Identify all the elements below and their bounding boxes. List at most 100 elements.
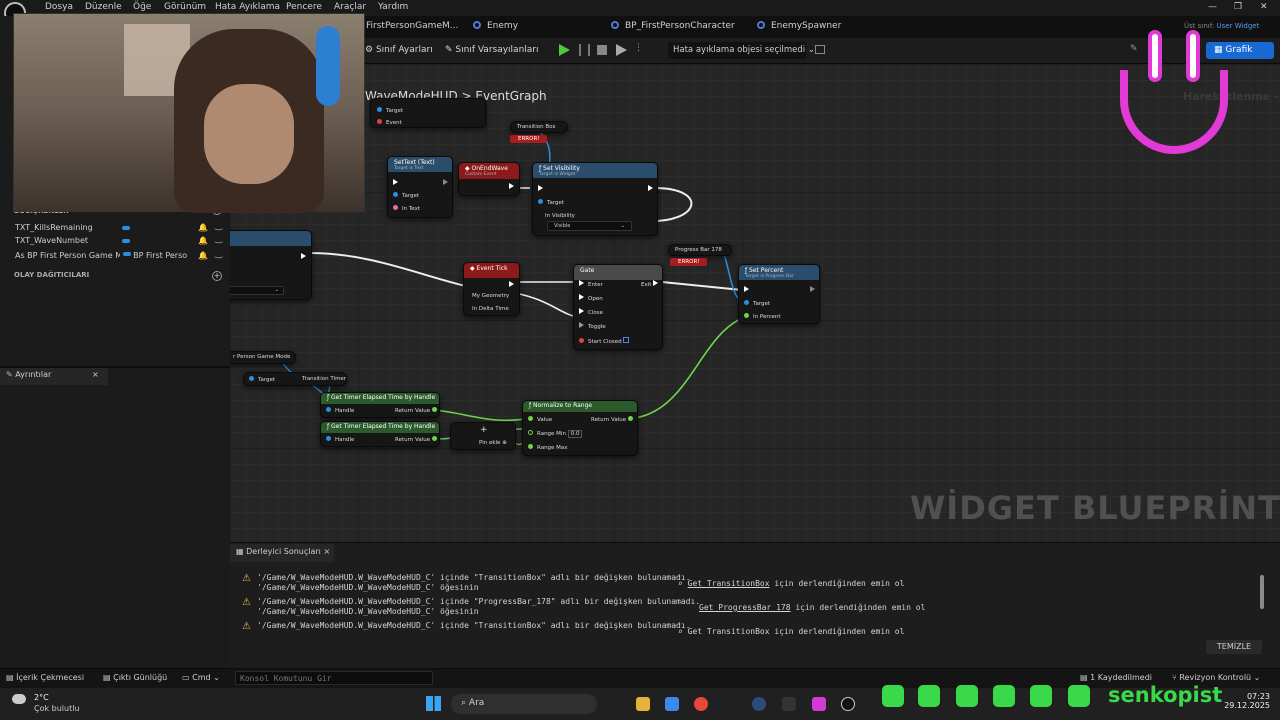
logo-overlay (1118, 30, 1230, 156)
variable-item[interactable]: TXT_KillsRemaining 🔔 ‿ (15, 221, 225, 232)
menu-help[interactable]: Yardım (378, 2, 408, 12)
variable-item[interactable]: As BP First Person Game M BP First Perso… (15, 249, 225, 260)
compiler-tab[interactable]: ▦ Derleyici Sonuçları × (230, 544, 334, 562)
node-on-end-wave[interactable]: ◆ OnEndWave Custom Event (458, 162, 520, 196)
node-set-text[interactable]: SetText (Text) Target is Text Target In T… (387, 156, 453, 218)
tab-enemyspawner[interactable]: EnemySpawner (757, 21, 841, 31)
play-icon[interactable] (559, 44, 570, 56)
visibility-select[interactable]: Visible ⌄ (547, 221, 632, 231)
parent-class-link[interactable]: User Widget (1217, 22, 1260, 30)
cmd-dropdown[interactable]: ▭ Cmd ⌄ (182, 673, 220, 682)
node-set-visibility[interactable]: ƒ Set Visibility Target is Widget Target … (532, 162, 658, 236)
menu-window[interactable]: Pencere (286, 2, 322, 12)
pin-exec-in (393, 179, 402, 187)
node-header: ƒ Get Timer Elapsed Time by Handle (321, 393, 439, 404)
epic-icon[interactable] (782, 697, 796, 711)
content-drawer-button[interactable]: ▤ İçerik Çekmecesi (6, 673, 84, 682)
maximize-icon[interactable]: ❐ (1234, 2, 1242, 12)
details-tab-label: Ayrıntılar (15, 370, 52, 379)
variable-name: As BP First Person Game M (15, 251, 120, 260)
chrome-icon[interactable] (694, 697, 708, 711)
file-explorer-icon[interactable] (636, 697, 650, 711)
dropdown-field[interactable]: ⌄ (230, 286, 284, 295)
node-get-timer-elapsed-1[interactable]: ƒ Get Timer Elapsed Time by Handle Handl… (320, 392, 440, 418)
node-gate[interactable]: Gate Enter Exit Open Close Toggle Start … (573, 264, 663, 350)
pin-target: Target (744, 300, 770, 307)
search-link[interactable]: Get ProgressBar_178 için derlendiğinden … (699, 603, 925, 612)
unreal-icon[interactable] (841, 697, 855, 711)
checkbox[interactable] (623, 337, 630, 343)
node-top-partial[interactable]: Target Event (370, 98, 486, 128)
console-input[interactable] (235, 671, 433, 685)
menu-edit[interactable]: Düzenle (85, 2, 122, 12)
compiler-row[interactable]: ⚠ '/Game/W_WaveModeHUD.W_WaveModeHUD_C' … (240, 621, 1240, 643)
menu-tools[interactable]: Araçlar (334, 2, 366, 12)
stop-icon[interactable] (597, 45, 607, 55)
node-transition-timer[interactable]: Target Transition Timer (243, 372, 347, 386)
node-progress-bar[interactable]: Progress Bar 178 (668, 244, 732, 256)
pin-in-visibility: In Visibility (545, 213, 575, 219)
weather-icon (12, 694, 26, 704)
save-icon: ▤ (1080, 673, 1091, 682)
tab-gamemode[interactable]: FirstPersonGameM... (366, 21, 458, 31)
close-icon[interactable]: ✕ (1260, 2, 1268, 12)
clear-button[interactable]: TEMİZLE (1206, 640, 1262, 654)
steam-icon[interactable] (752, 697, 766, 711)
class-settings-button[interactable]: ⚙ Sınıf Ayarları (365, 45, 433, 55)
store-icon[interactable] (665, 697, 679, 711)
tab-label: Enemy (487, 21, 519, 31)
node-transition-box[interactable]: Transition Box (510, 121, 568, 133)
close-icon[interactable]: × (323, 547, 330, 556)
taskbar-search[interactable]: ⌕ Ara (451, 694, 597, 714)
details-tab[interactable]: ✎ Ayrıntılar × (0, 368, 108, 385)
menu-asset[interactable]: Öğe (133, 2, 151, 12)
browse-icon[interactable] (815, 45, 825, 54)
node-get-timer-elapsed-2[interactable]: ƒ Get Timer Elapsed Time by Handle Handl… (320, 421, 440, 447)
node-game-mode-getter[interactable]: r Person Game Mode (230, 351, 296, 364)
debug-object-dropdown[interactable]: Hata ayıklama objesi seçilmedi ⌄ (668, 42, 815, 59)
class-defaults-button[interactable]: ✎ Sınıf Varsayılanları (445, 45, 539, 55)
output-log-button[interactable]: ▤ Çıktı Günlüğü (103, 673, 167, 682)
revision-control[interactable]: ⑂ Revizyon Kontrolü ⌄ (1172, 673, 1260, 682)
node-event-tick[interactable]: ◆ Event Tick My Geometry In Delta Time (463, 262, 520, 316)
pin-exec-out (810, 286, 819, 294)
menu-view[interactable]: Görünüm (164, 2, 206, 12)
weather-temp: 2°C (34, 693, 49, 702)
pin-my-geometry: My Geometry (472, 293, 510, 299)
scrollbar[interactable] (1260, 575, 1264, 609)
unsaved-indicator[interactable]: ▤ 1 Kaydedilmedi (1080, 673, 1152, 682)
minimize-icon[interactable]: — (1208, 2, 1217, 12)
warning-icon: ⚠ (242, 573, 251, 584)
node-set-percent[interactable]: ƒ Set Percent Target is Progress Bar Targ… (738, 264, 820, 324)
windows-start-icon[interactable] (426, 696, 441, 711)
node-normalize-to-range[interactable]: ƒ Normalize to Range Value Return Value … (522, 400, 638, 456)
menu-debug[interactable]: Hata Ayıklama (215, 2, 280, 12)
compiler-row[interactable]: ⚠ '/Game/W_WaveModeHUD.W_WaveModeHUD_C' … (240, 597, 1240, 619)
tab-bp-firstpersoncharacter[interactable]: BP_FirstPersonCharacter (611, 21, 735, 31)
menu-file[interactable]: Dosya (45, 2, 73, 12)
variable-item[interactable]: TXT_WaveNumbet 🔔 ‿ (15, 234, 225, 245)
search-link[interactable]: ⌕ Get TransitionBox için derlendiğinden … (678, 579, 904, 588)
eye-icon[interactable]: ‿ (215, 249, 222, 259)
compiler-row[interactable]: ⚠ '/Game/W_WaveModeHUD.W_WaveModeHUD_C' … (240, 573, 1240, 595)
eject-icon[interactable] (616, 44, 627, 56)
add-pin-button[interactable]: Pin ekle ⊕ (479, 440, 507, 446)
search-link[interactable]: ⌕ Get TransitionBox için derlendiğinden … (678, 627, 904, 636)
step-icon[interactable] (579, 44, 590, 56)
watermark: WİDGET BLUEPRİNT'İ (910, 489, 1280, 527)
pin-exec-out (509, 183, 518, 191)
add-dispatcher-icon[interactable]: + (212, 271, 222, 281)
warning-icon: ⚠ (242, 621, 251, 632)
class-settings-label: Sınıf Ayarları (375, 45, 433, 55)
node-left-partial[interactable]: ⌄ (230, 230, 312, 300)
eye-icon[interactable]: ‿ (215, 221, 222, 231)
eye-icon[interactable]: ‿ (215, 234, 222, 244)
play-options-icon[interactable]: ⋮ (634, 43, 643, 53)
pin-exec-out (301, 253, 310, 261)
close-icon[interactable]: × (92, 370, 99, 379)
range-min-input[interactable]: 0.0 (567, 430, 583, 438)
tab-enemy[interactable]: Enemy (473, 21, 518, 31)
node-add[interactable]: + Pin ekle ⊕ (450, 422, 516, 450)
variable-type: BP First Perso (133, 251, 188, 260)
app-icon[interactable] (812, 697, 826, 711)
